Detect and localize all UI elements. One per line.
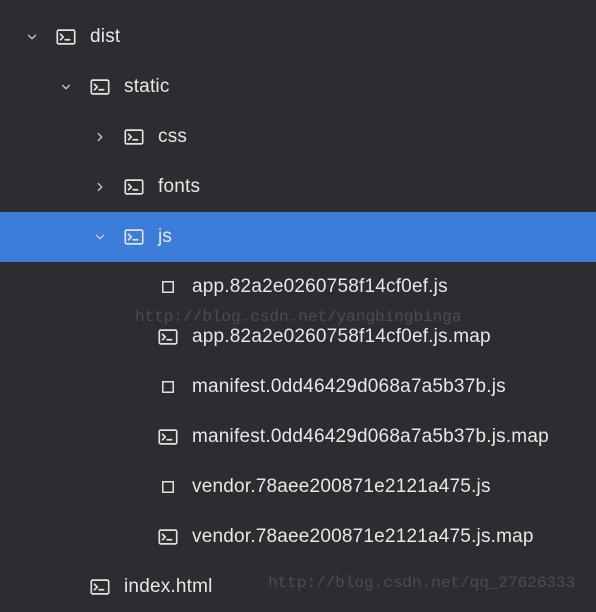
- tree-item-label: app.82a2e0260758f14cf0ef.js: [192, 276, 448, 298]
- terminal-folder-icon: [156, 325, 180, 349]
- chevron-down-icon[interactable]: [54, 80, 78, 94]
- file-outline-icon: [156, 375, 180, 399]
- tree-item-label: js: [158, 226, 172, 248]
- terminal-folder-icon: [122, 125, 146, 149]
- terminal-folder-icon: [54, 25, 78, 49]
- tree-row-appjsmap[interactable]: app.82a2e0260758f14cf0ef.js.map: [0, 312, 596, 362]
- terminal-folder-icon: [88, 575, 112, 599]
- tree-item-label: index.html: [124, 576, 213, 598]
- terminal-folder-icon: [88, 75, 112, 99]
- tree-row-manifestjs[interactable]: manifest.0dd46429d068a7a5b37b.js: [0, 362, 596, 412]
- tree-item-label: manifest.0dd46429d068a7a5b37b.js: [192, 376, 506, 398]
- tree-row-indexhtml[interactable]: index.html: [0, 562, 596, 612]
- tree-row-css[interactable]: css: [0, 112, 596, 162]
- tree-row-dist[interactable]: dist: [0, 12, 596, 62]
- tree-item-label: css: [158, 126, 187, 148]
- tree-item-label: vendor.78aee200871e2121a475.js.map: [192, 526, 534, 548]
- chevron-right-icon[interactable]: [88, 130, 112, 144]
- tree-item-label: manifest.0dd46429d068a7a5b37b.js.map: [192, 426, 549, 448]
- file-tree: dist static css fonts js app.82a2e0260758f14c…: [0, 0, 596, 612]
- chevron-down-icon[interactable]: [88, 230, 112, 244]
- terminal-folder-icon: [156, 525, 180, 549]
- terminal-folder-icon: [156, 425, 180, 449]
- tree-row-js[interactable]: js: [0, 212, 596, 262]
- tree-row-static[interactable]: static: [0, 62, 596, 112]
- tree-row-vendorjs[interactable]: vendor.78aee200871e2121a475.js: [0, 462, 596, 512]
- tree-item-label: app.82a2e0260758f14cf0ef.js.map: [192, 326, 491, 348]
- file-outline-icon: [156, 275, 180, 299]
- tree-row-fonts[interactable]: fonts: [0, 162, 596, 212]
- tree-row-appjs[interactable]: app.82a2e0260758f14cf0ef.js: [0, 262, 596, 312]
- terminal-folder-icon: [122, 175, 146, 199]
- chevron-right-icon[interactable]: [88, 180, 112, 194]
- terminal-folder-icon: [122, 225, 146, 249]
- tree-item-label: static: [124, 76, 170, 98]
- file-outline-icon: [156, 475, 180, 499]
- tree-item-label: vendor.78aee200871e2121a475.js: [192, 476, 491, 498]
- tree-row-manifestjsmap[interactable]: manifest.0dd46429d068a7a5b37b.js.map: [0, 412, 596, 462]
- tree-item-label: dist: [90, 26, 120, 48]
- tree-row-vendorjsmap[interactable]: vendor.78aee200871e2121a475.js.map: [0, 512, 596, 562]
- tree-item-label: fonts: [158, 176, 200, 198]
- chevron-down-icon[interactable]: [20, 30, 44, 44]
